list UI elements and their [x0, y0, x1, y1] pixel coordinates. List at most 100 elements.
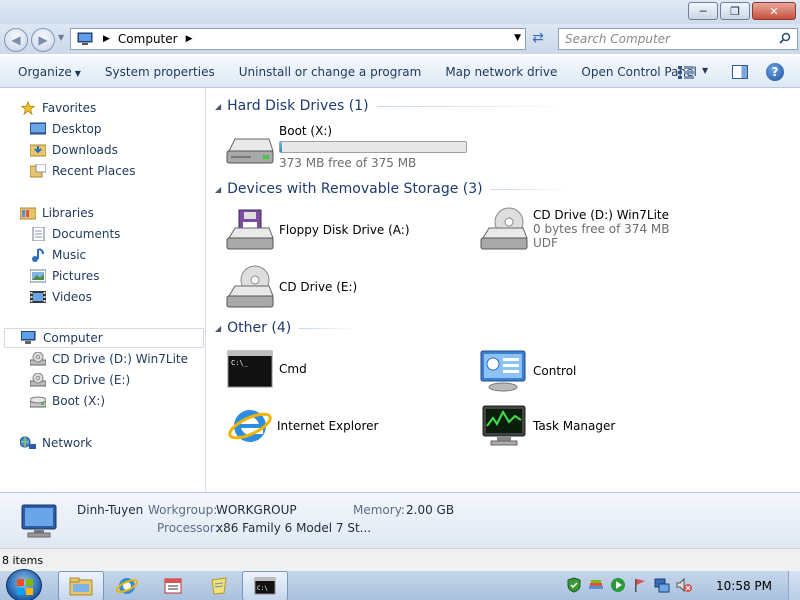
group-header-other[interactable]: ◢ Other (4)	[215, 320, 360, 336]
drive-name: Floppy Disk Drive (A:)	[279, 223, 410, 237]
preview-pane-icon[interactable]	[732, 65, 748, 79]
application-icon	[164, 578, 182, 594]
search-icon[interactable]	[779, 32, 791, 44]
svg-text:C:\_: C:\_	[231, 359, 249, 367]
uninstall-program-button[interactable]: Uninstall or change a program	[233, 65, 428, 79]
shortcut-internet-explorer[interactable]: Internet Explorer	[227, 404, 378, 448]
taskbar-internet-explorer[interactable]	[104, 571, 150, 600]
cd-drive-icon	[226, 265, 274, 308]
shortcut-name: Control	[533, 364, 577, 378]
view-options-dropdown-icon[interactable]: ▼	[702, 66, 708, 75]
notes-icon	[211, 577, 227, 595]
documents-icon	[32, 227, 45, 241]
taskbar-explorer[interactable]	[58, 571, 104, 600]
change-view-icon[interactable]	[678, 66, 694, 79]
drive-name: CD Drive (E:)	[279, 280, 358, 294]
start-button[interactable]	[6, 569, 42, 600]
nav-computer[interactable]: Computer	[4, 328, 204, 348]
memory-value: 2.00 GB	[406, 503, 455, 517]
status-bar: 8 items	[0, 548, 800, 570]
processor-label: Processor:	[157, 521, 219, 535]
music-icon	[32, 248, 44, 262]
search-box[interactable]	[558, 28, 798, 50]
hard-drive-icon	[226, 138, 274, 164]
desktop-icon	[30, 122, 46, 135]
drive-floppy-a[interactable]: Floppy Disk Drive (A:)	[225, 208, 410, 252]
star-icon	[20, 101, 36, 115]
breadcrumb-computer[interactable]: Computer	[118, 32, 178, 46]
windows-logo-icon	[17, 579, 33, 595]
help-icon[interactable]: ?	[766, 63, 784, 81]
cd-drive-icon	[30, 373, 46, 387]
nav-libraries-label: Libraries	[42, 206, 94, 220]
address-dropdown-icon[interactable]: ▼	[514, 33, 521, 43]
group-header-hard-disk-drives[interactable]: ◢ Hard Disk Drives (1)	[215, 98, 577, 114]
system-properties-button[interactable]: System properties	[99, 65, 221, 79]
group-divider	[490, 188, 571, 190]
close-button[interactable]: ✕	[752, 2, 796, 20]
shortcut-task-manager[interactable]: Task Manager	[479, 404, 615, 448]
minimize-button[interactable]: ─	[688, 2, 718, 20]
nav-boot-x[interactable]: Boot (X:)	[30, 391, 105, 411]
nav-favorites[interactable]: Favorites	[20, 98, 96, 118]
collapse-triangle-icon[interactable]: ◢	[215, 324, 221, 333]
recent-pages-dropdown[interactable]: ▼	[58, 33, 64, 42]
shortcut-cmd[interactable]: C:\_ Cmd	[227, 350, 307, 388]
taskbar-cmd[interactable]: C:\	[242, 571, 288, 600]
command-bar: Organize ▼ System properties Uninstall or…	[0, 56, 800, 88]
taskbar-clock[interactable]: 10:58 PM	[716, 579, 772, 593]
downloads-folder-icon	[30, 144, 46, 157]
breadcrumb-chevron-icon[interactable]: ▶	[186, 34, 193, 44]
map-network-drive-button[interactable]: Map network drive	[439, 65, 563, 79]
group-divider	[299, 327, 360, 329]
command-prompt-icon: C:\	[254, 577, 276, 595]
taskbar-notes[interactable]	[196, 571, 242, 600]
drive-usage-bar	[279, 141, 467, 153]
svg-text:C:\: C:\	[257, 585, 268, 592]
media-play-icon[interactable]	[610, 577, 626, 593]
nav-music[interactable]: Music	[30, 245, 86, 265]
search-input[interactable]	[559, 29, 769, 49]
drive-boot-x[interactable]: Boot (X:) 373 MB free of 375 MB	[225, 124, 467, 170]
flag-icon[interactable]	[632, 577, 648, 593]
computer-icon	[77, 32, 95, 46]
nav-documents[interactable]: Documents	[30, 224, 120, 244]
breadcrumb-chevron-icon[interactable]: ▶	[103, 34, 110, 44]
nav-network[interactable]: Network	[20, 433, 92, 453]
nav-recent-places[interactable]: Recent Places	[30, 161, 135, 181]
maximize-button[interactable]: ❐	[720, 2, 750, 20]
nav-libraries[interactable]: Libraries	[20, 203, 94, 223]
back-button[interactable]: ◀	[4, 28, 28, 52]
drive-cd-e[interactable]: CD Drive (E:)	[225, 264, 357, 310]
drive-free-space: 0 bytes free of 374 MB	[533, 222, 670, 236]
group-header-removable-storage[interactable]: ◢ Devices with Removable Storage (3)	[215, 181, 571, 197]
address-bar[interactable]: ▶ Computer ▶ ▼	[70, 28, 526, 50]
command-prompt-icon: C:\_	[227, 350, 273, 388]
videos-icon	[30, 291, 46, 303]
refresh-icon[interactable]: ⇄	[528, 30, 548, 48]
nav-cd-drive-d[interactable]: CD Drive (D:) Win7Lite	[30, 349, 188, 369]
books-icon[interactable]	[588, 577, 604, 593]
drive-cd-d[interactable]: CD Drive (D:) Win7Lite 0 bytes free of 3…	[479, 206, 669, 252]
nav-desktop[interactable]: Desktop	[30, 119, 102, 139]
network-status-icon[interactable]	[654, 577, 670, 593]
security-shield-icon[interactable]	[566, 577, 582, 593]
nav-music-label: Music	[52, 248, 87, 262]
address-row: ◀ ▶ ▼ ▶ Computer ▶ ▼ ⇄	[0, 24, 800, 54]
taskbar-app[interactable]	[150, 571, 196, 600]
forward-button[interactable]: ▶	[31, 28, 55, 52]
collapse-triangle-icon[interactable]: ◢	[215, 102, 221, 111]
organize-button[interactable]: Organize ▼	[12, 65, 87, 79]
processor-value: x86 Family 6 Model 7 St...	[216, 521, 372, 535]
nav-videos[interactable]: Videos	[30, 287, 92, 307]
shortcut-control[interactable]: Control	[479, 350, 576, 392]
show-desktop-button[interactable]	[788, 571, 800, 600]
collapse-triangle-icon[interactable]: ◢	[215, 185, 221, 194]
volume-muted-icon[interactable]	[676, 577, 692, 593]
nav-videos-label: Videos	[52, 290, 92, 304]
back-arrow-icon: ◀	[11, 33, 21, 47]
drive-name: CD Drive (D:) Win7Lite	[533, 208, 669, 222]
nav-downloads[interactable]: Downloads	[30, 140, 118, 160]
nav-cd-drive-e[interactable]: CD Drive (E:)	[30, 370, 130, 390]
nav-pictures[interactable]: Pictures	[30, 266, 100, 286]
